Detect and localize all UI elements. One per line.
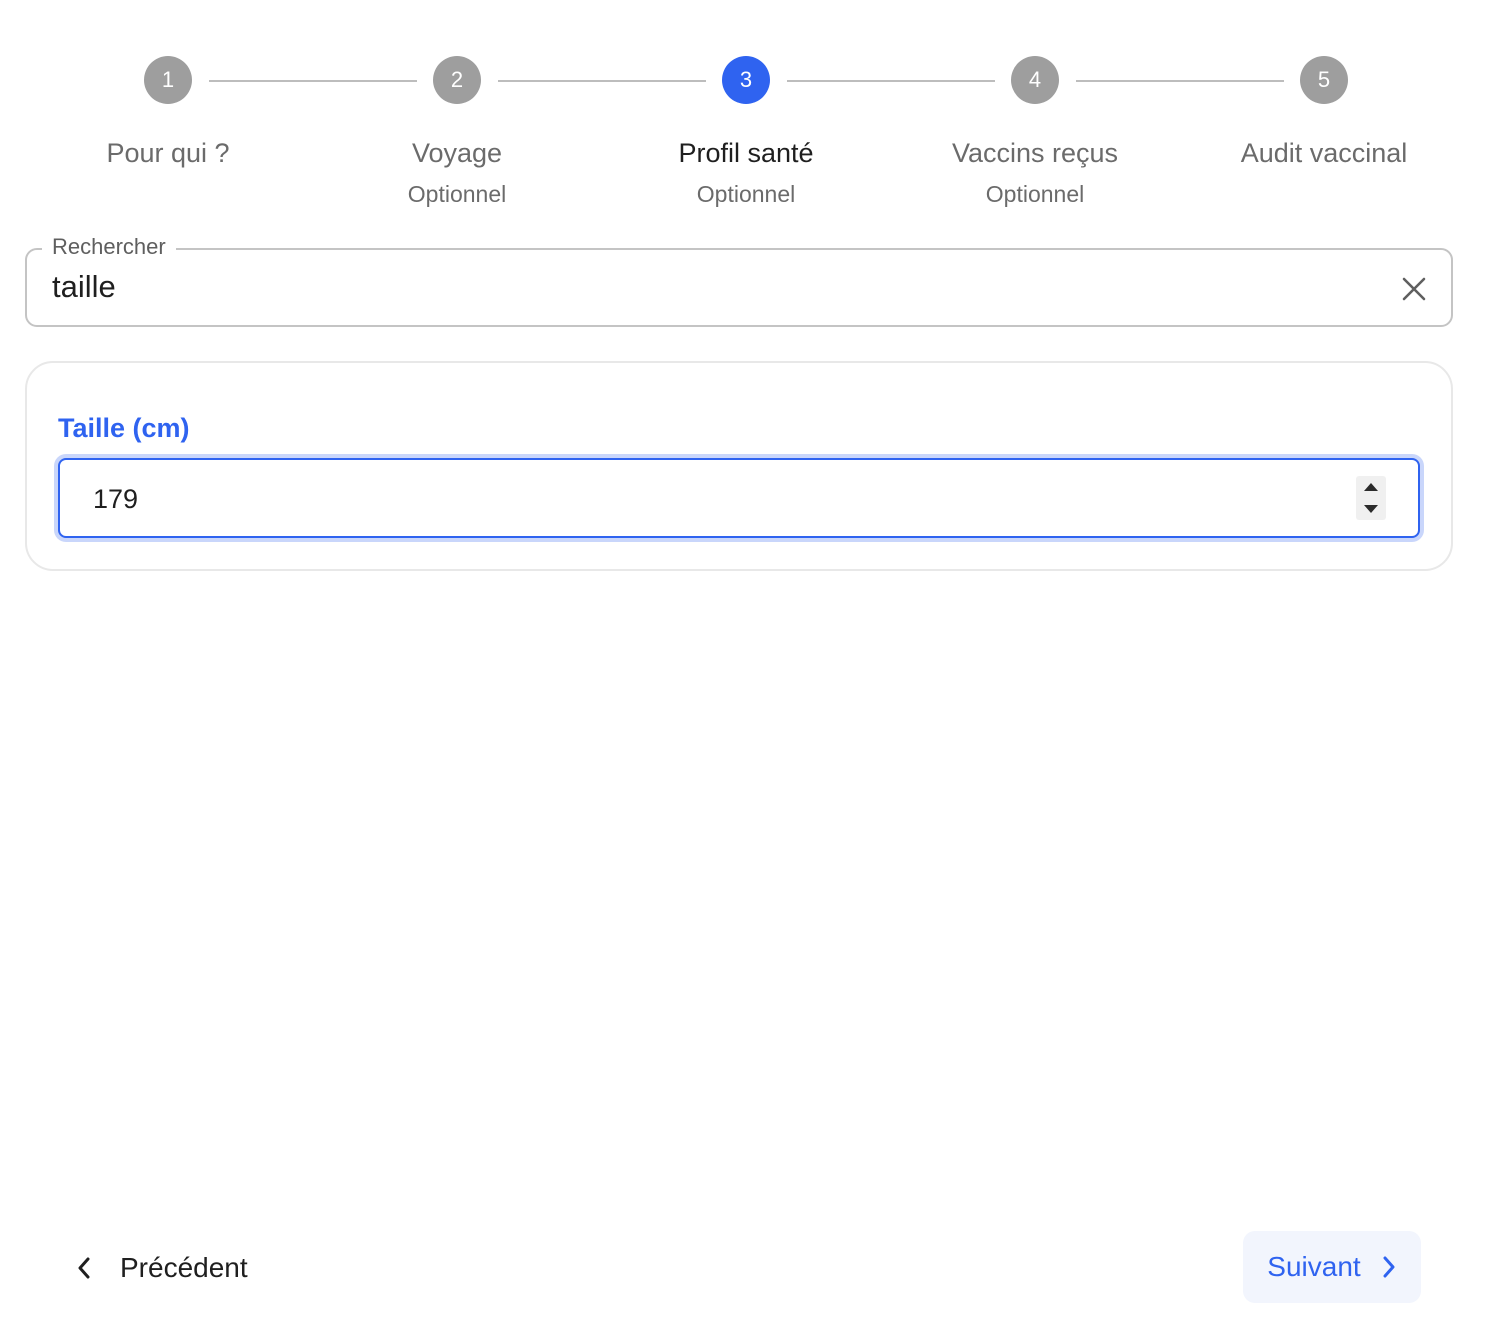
step-5-label[interactable]: Audit vaccinal [1194, 138, 1454, 169]
step-3-label[interactable]: Profil santé [616, 138, 876, 169]
next-button-label: Suivant [1267, 1251, 1361, 1282]
chevron-left-icon [60, 1256, 108, 1280]
step-2-circle[interactable]: 2 [433, 56, 481, 104]
step-4-optional: Optionnel [985, 181, 1085, 207]
height-input[interactable] [58, 458, 1420, 538]
step-4-label[interactable]: Vaccins reçus [905, 138, 1165, 169]
stepper: 1 2 3 4 5 Pour qui ? Voyage Profil santé… [0, 0, 1492, 220]
step-2-optional: Optionnel [407, 181, 507, 207]
height-stepper[interactable] [1356, 476, 1386, 520]
previous-button[interactable]: Précédent [60, 1236, 280, 1300]
previous-button-label: Précédent [120, 1252, 248, 1283]
height-field-label: Taille (cm) [58, 413, 190, 443]
close-icon [1402, 277, 1426, 301]
step-1-circle[interactable]: 1 [144, 56, 192, 104]
step-connector [209, 80, 417, 82]
chevron-right-icon [1381, 1255, 1397, 1279]
caret-up-icon [1364, 483, 1378, 491]
step-5-circle[interactable]: 5 [1300, 56, 1348, 104]
height-input-value[interactable]: 179 [93, 484, 138, 515]
step-connector [498, 80, 706, 82]
step-3-optional: Optionnel [696, 181, 796, 207]
next-button[interactable]: Suivant [1243, 1231, 1421, 1303]
step-connector [787, 80, 995, 82]
increment-button[interactable] [1356, 476, 1386, 498]
step-connector [1076, 80, 1284, 82]
clear-search-button[interactable] [1394, 269, 1434, 309]
decrement-button[interactable] [1356, 498, 1386, 520]
caret-down-icon [1364, 505, 1378, 513]
step-2-label[interactable]: Voyage [327, 138, 587, 169]
search-label: Rechercher [42, 234, 176, 260]
step-1-label[interactable]: Pour qui ? [38, 138, 298, 169]
step-3-circle[interactable]: 3 [722, 56, 770, 104]
search-input[interactable] [25, 248, 1453, 327]
search-value[interactable]: taille [52, 269, 116, 305]
step-4-circle[interactable]: 4 [1011, 56, 1059, 104]
